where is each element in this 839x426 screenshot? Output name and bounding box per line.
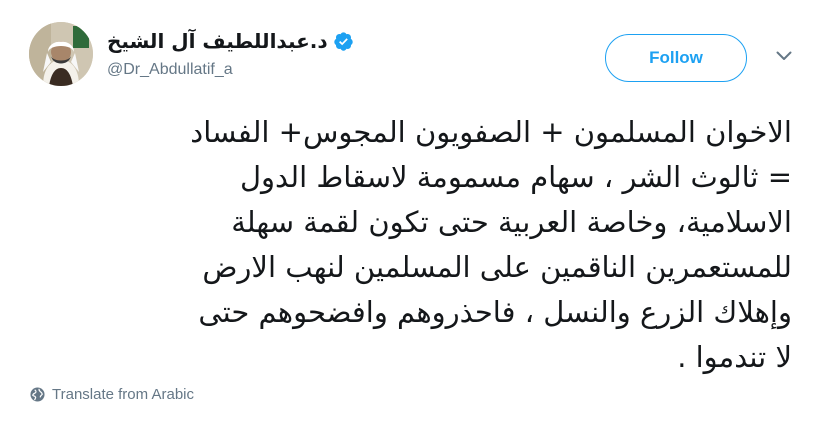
avatar[interactable] [29, 22, 93, 86]
tweet-text-line: الاسلامية، وخاصة العربية حتى تكون لقمة س… [231, 205, 792, 239]
tweet-text-line: لا تندموا . [677, 340, 792, 374]
translate-label: Translate from Arabic [52, 386, 194, 403]
tweet-text: الاخوان المسلمون + الصفويون المجوس+ الفس… [30, 110, 792, 380]
display-name[interactable]: د.عبداللطيف آل الشيخ [107, 29, 328, 53]
follow-button[interactable]: Follow [605, 34, 747, 82]
user-handle[interactable]: @Dr_Abdullatif_a [107, 61, 407, 79]
globe-icon [30, 387, 45, 402]
user-info: د.عبداللطيف آل الشيخ @Dr_Abdullatif_a [107, 24, 407, 79]
translate-link[interactable]: Translate from Arabic [30, 386, 194, 403]
tweet-card: د.عبداللطيف آل الشيخ @Dr_Abdullatif_a Fo… [0, 0, 839, 426]
tweet-text-line: وإهلاك الزرع والنسل ، فاحذروهم وافضحوهم … [198, 295, 792, 329]
tweet-text-line: للمستعمرين الناقمين على المسلمين لنهب ال… [202, 250, 792, 284]
tweet-text-line: = ثالوث الشر ، سهام مسمومة لاسقاط الدول [239, 160, 792, 194]
tweet-text-line: الاخوان المسلمون + الصفويون المجوس+ الفس… [190, 115, 792, 149]
chevron-down-icon[interactable] [776, 50, 792, 62]
name-row: د.عبداللطيف آل الشيخ [107, 24, 407, 58]
verified-badge-icon [333, 31, 353, 51]
avatar-image [29, 22, 93, 86]
